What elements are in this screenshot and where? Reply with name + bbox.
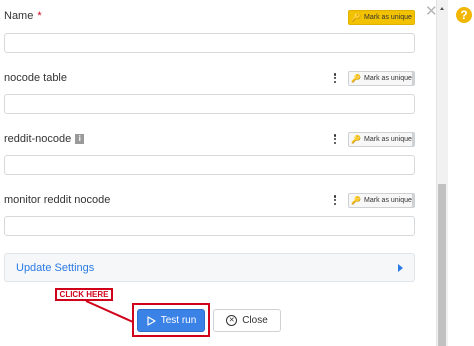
help-icon[interactable]: ? bbox=[456, 7, 472, 23]
field-settings-panel: Name * 🔑 Mark as unique nocode table 🔑 M… bbox=[0, 0, 438, 346]
scrollbar[interactable] bbox=[436, 0, 448, 346]
close-button[interactable]: ✕ Close bbox=[213, 309, 281, 332]
callout-arrow bbox=[85, 300, 134, 323]
scrollbar-thumb[interactable] bbox=[438, 184, 446, 346]
close-circle-icon: ✕ bbox=[226, 315, 238, 326]
play-icon bbox=[147, 315, 156, 326]
test-run-button[interactable]: Test run bbox=[137, 309, 205, 332]
scroll-up-arrow-icon[interactable] bbox=[440, 7, 444, 10]
test-run-label: Test run bbox=[160, 315, 197, 326]
close-label: Close bbox=[242, 315, 268, 326]
